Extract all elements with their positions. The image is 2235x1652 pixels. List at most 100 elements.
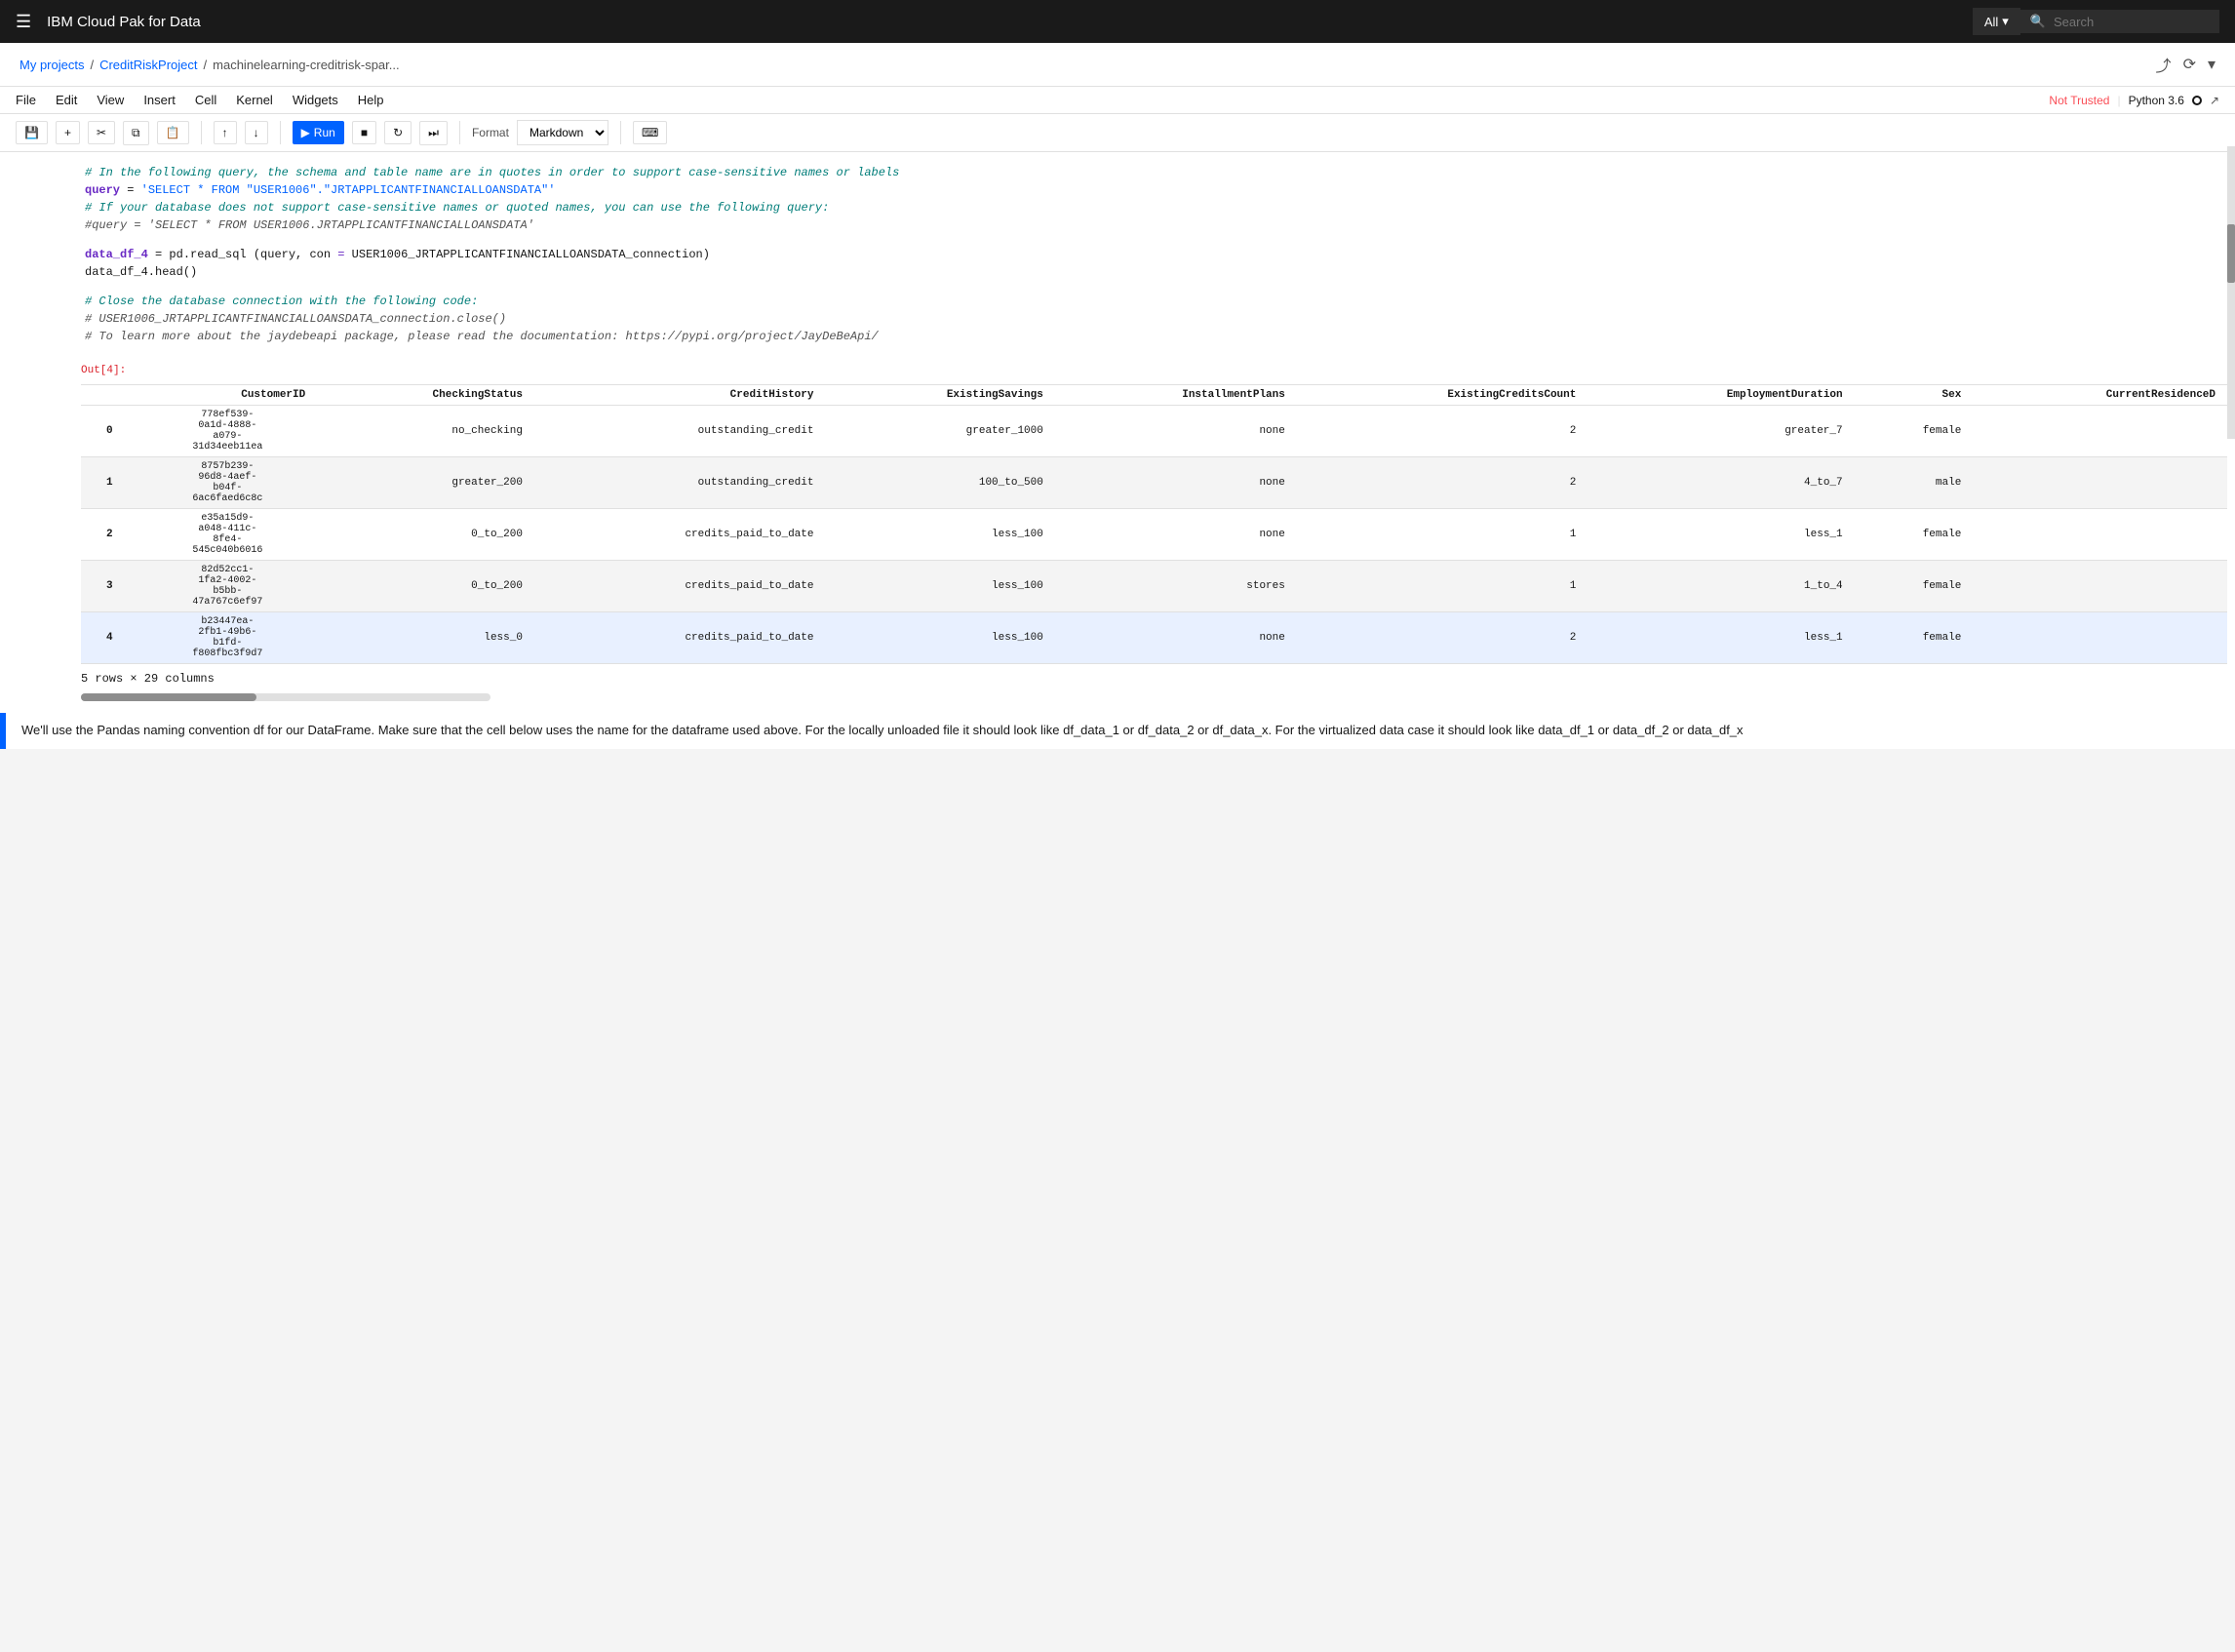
cell-ip-2: none	[1055, 509, 1297, 561]
row-idx-0: 0	[81, 406, 138, 457]
menu-items: File Edit View Insert Cell Kernel Widget…	[16, 93, 384, 107]
kernel-label: Python 3.6	[2129, 94, 2184, 107]
cell-ecc-4: 2	[1297, 612, 1588, 664]
expand-icon[interactable]: ▾	[2208, 55, 2215, 74]
menu-view[interactable]: View	[97, 93, 124, 107]
chevron-down-icon: ▾	[2002, 14, 2009, 29]
code-line-6: data_df_4.head()	[85, 263, 2223, 281]
code-line-5: data_df_4 = pd.read_sql (query, con = US…	[85, 246, 2223, 263]
notebook-content: # In the following query, the schema and…	[0, 152, 2235, 1652]
cell-cs-0: no_checking	[317, 406, 534, 457]
cell-ip-0: none	[1055, 406, 1297, 457]
menu-insert[interactable]: Insert	[143, 93, 176, 107]
arrow-up-icon: ↑	[222, 126, 228, 139]
cell-sex-4: female	[1855, 612, 1974, 664]
move-down-button[interactable]: ↓	[245, 121, 268, 144]
menu-widgets[interactable]: Widgets	[293, 93, 338, 107]
cell-cr-1	[1973, 457, 2227, 509]
cut-button[interactable]: ✂	[88, 121, 115, 144]
cell-cid-3: 82d52cc1-1fa2-4002-b5bb-47a767c6ef97	[138, 561, 318, 612]
scroll-thumb[interactable]	[81, 693, 256, 701]
stop-button[interactable]: ■	[352, 121, 376, 144]
cell-es-1: 100_to_500	[825, 457, 1054, 509]
format-label: Format	[472, 126, 509, 139]
menu-edit[interactable]: Edit	[56, 93, 77, 107]
markdown-text[interactable]: We'll use the Pandas naming convention d…	[3, 713, 2235, 749]
toolbar: 💾 + ✂ ⧉ 📋 ↑ ↓ ▶ Run ■ ↻ ⏭ Format Markdow…	[0, 114, 2235, 152]
search-box-wrapper: 🔍	[2020, 10, 2219, 33]
cell-cr-4	[1973, 612, 2227, 664]
keyboard-button[interactable]: ⌨	[633, 121, 667, 144]
breadcrumb-bar: My projects / CreditRiskProject / machin…	[0, 43, 2235, 87]
rows-cols-label: 5 rows × 29 columns	[81, 664, 2227, 689]
add-cell-button[interactable]: +	[56, 121, 80, 144]
cell-cs-3: 0_to_200	[317, 561, 534, 612]
cell-ed-4: less_1	[1588, 612, 1854, 664]
table-row: 1 8757b239-96d8-4aef-b04f-6ac6faed6c8c g…	[81, 457, 2227, 509]
row-idx-4: 4	[81, 612, 138, 664]
horizontal-scrollbar[interactable]	[81, 693, 490, 701]
copy-icon: ⧉	[132, 126, 140, 140]
col-header-installmentplans: InstallmentPlans	[1055, 385, 1297, 406]
arrow-down-icon: ↓	[254, 126, 259, 139]
format-select[interactable]: Markdown Code Raw	[517, 120, 608, 145]
cell-ch-4: credits_paid_to_date	[534, 612, 826, 664]
hamburger-icon[interactable]: ☰	[16, 12, 31, 32]
cell-ip-4: none	[1055, 612, 1297, 664]
code-line-1: # In the following query, the schema and…	[85, 164, 2223, 181]
copy-button[interactable]: ⧉	[123, 121, 149, 145]
cell-cr-0	[1973, 406, 2227, 457]
cell-ip-1: none	[1055, 457, 1297, 509]
play-icon: ▶	[301, 126, 310, 139]
cell-ed-2: less_1	[1588, 509, 1854, 561]
cell-ed-0: greater_7	[1588, 406, 1854, 457]
menu-kernel[interactable]: Kernel	[236, 93, 273, 107]
menu-cell[interactable]: Cell	[195, 93, 216, 107]
app-title: IBM Cloud Pak for Data	[47, 14, 1957, 30]
cell-ch-0: outstanding_credit	[534, 406, 826, 457]
restart-button[interactable]: ↻	[384, 121, 412, 144]
history-icon[interactable]: ⟳	[2183, 55, 2196, 74]
col-header-existingcreditscount: ExistingCreditsCount	[1297, 385, 1588, 406]
code-line-8: # USER1006_JRTAPPLICANTFINANCIALLOANSDAT…	[85, 310, 2223, 328]
cell-sex-2: female	[1855, 509, 1974, 561]
cell-ecc-1: 2	[1297, 457, 1588, 509]
cell-ed-3: 1_to_4	[1588, 561, 1854, 612]
menu-help[interactable]: Help	[358, 93, 384, 107]
cell-ecc-3: 1	[1297, 561, 1588, 612]
cell-cr-3	[1973, 561, 2227, 612]
row-idx-2: 2	[81, 509, 138, 561]
vertical-scrollbar[interactable]	[2227, 146, 2235, 439]
cell-ch-1: outstanding_credit	[534, 457, 826, 509]
table-row: 2 e35a15d9-a048-411c-8fe4-545c040b6016 0…	[81, 509, 2227, 561]
menu-file[interactable]: File	[16, 93, 36, 107]
run-label: Run	[314, 126, 335, 139]
cell-ch-3: credits_paid_to_date	[534, 561, 826, 612]
sep4	[620, 121, 621, 144]
cell-cs-4: less_0	[317, 612, 534, 664]
col-header-credithistory: CreditHistory	[534, 385, 826, 406]
breadcrumb-project-name[interactable]: CreditRiskProject	[99, 58, 197, 72]
search-dropdown[interactable]: All ▾	[1973, 8, 2020, 35]
expand-kernel-icon[interactable]: ↗	[2210, 94, 2219, 107]
move-up-button[interactable]: ↑	[214, 121, 237, 144]
paste-button[interactable]: 📋	[157, 121, 189, 144]
search-input[interactable]	[2054, 15, 2210, 29]
col-header-idx	[81, 385, 138, 406]
sep2	[280, 121, 281, 144]
table-row: 3 82d52cc1-1fa2-4002-b5bb-47a767c6ef97 0…	[81, 561, 2227, 612]
run-button[interactable]: ▶ Run	[293, 121, 344, 144]
stop-icon: ■	[361, 126, 368, 139]
cell-sex-3: female	[1855, 561, 1974, 612]
breadcrumb-projects[interactable]: My projects	[20, 58, 84, 72]
code-line-2: query = 'SELECT * FROM "USER1006"."JRTAP…	[85, 181, 2223, 199]
fast-forward-button[interactable]: ⏭	[419, 121, 448, 145]
col-header-currentresidence: CurrentResidenceD	[1973, 385, 2227, 406]
vertical-scroll-thumb[interactable]	[2227, 224, 2235, 283]
save-button[interactable]: 💾	[16, 121, 48, 144]
cell-sex-1: male	[1855, 457, 1974, 509]
share-icon[interactable]: ⤴	[2156, 53, 2172, 76]
code-content[interactable]: # In the following query, the schema and…	[81, 160, 2227, 349]
top-navbar: ☰ IBM Cloud Pak for Data All ▾ 🔍	[0, 0, 2235, 43]
col-header-sex: Sex	[1855, 385, 1974, 406]
